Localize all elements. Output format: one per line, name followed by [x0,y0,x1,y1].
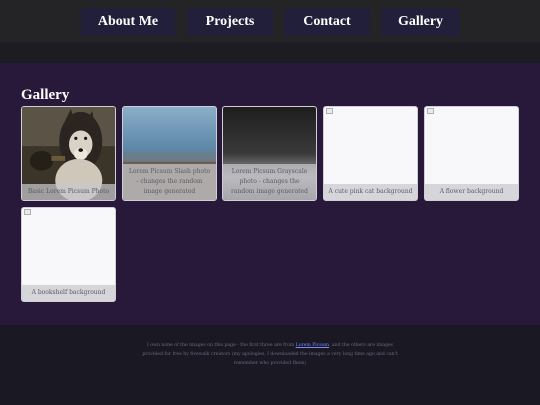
card-caption: Lorem Picsum Grayscale photo - changes t… [223,164,316,200]
gallery-section: Gallery Basic Lorem Picsum Photo Lorem P… [0,63,540,325]
card-caption: A bookshelf background [22,285,115,301]
footer-credits: I own none of the images on this page - … [140,341,400,368]
broken-image-icon [427,108,434,114]
card-caption: A cute pink cat background [324,184,417,200]
gallery-card-slash-photo[interactable]: Lorem Picsum Slash photo - changes the r… [122,106,217,201]
gallery-card-bookshelf[interactable]: A bookshelf background [21,207,116,302]
card-caption: A flower background [425,184,518,200]
broken-image-icon [326,108,333,114]
gallery-card-husky[interactable]: Basic Lorem Picsum Photo [21,106,116,201]
top-navigation-bar: About Me Projects Contact Gallery [0,0,540,42]
nav-projects-button[interactable]: Projects [187,8,273,36]
nav-contact-button[interactable]: Contact [284,8,370,36]
gallery-title: Gallery [21,87,70,103]
nav-about-me-button[interactable]: About Me [81,8,175,36]
gallery-card-flower[interactable]: A flower background [424,106,519,201]
broken-image-icon [24,209,31,215]
lorem-picsum-link[interactable]: Lorem Picsum [296,343,329,348]
nav-gallery-button[interactable]: Gallery [381,8,460,36]
footer-text-before: I own none of the images on this page - … [146,343,296,348]
card-caption: Lorem Picsum Slash photo - changes the r… [123,164,216,200]
gallery-card-pink-cat[interactable]: A cute pink cat background [323,106,418,201]
header-divider-strip [0,42,540,63]
card-caption: Basic Lorem Picsum Photo [22,184,115,200]
gallery-card-grayscale-photo[interactable]: Lorem Picsum Grayscale photo - changes t… [222,106,317,201]
